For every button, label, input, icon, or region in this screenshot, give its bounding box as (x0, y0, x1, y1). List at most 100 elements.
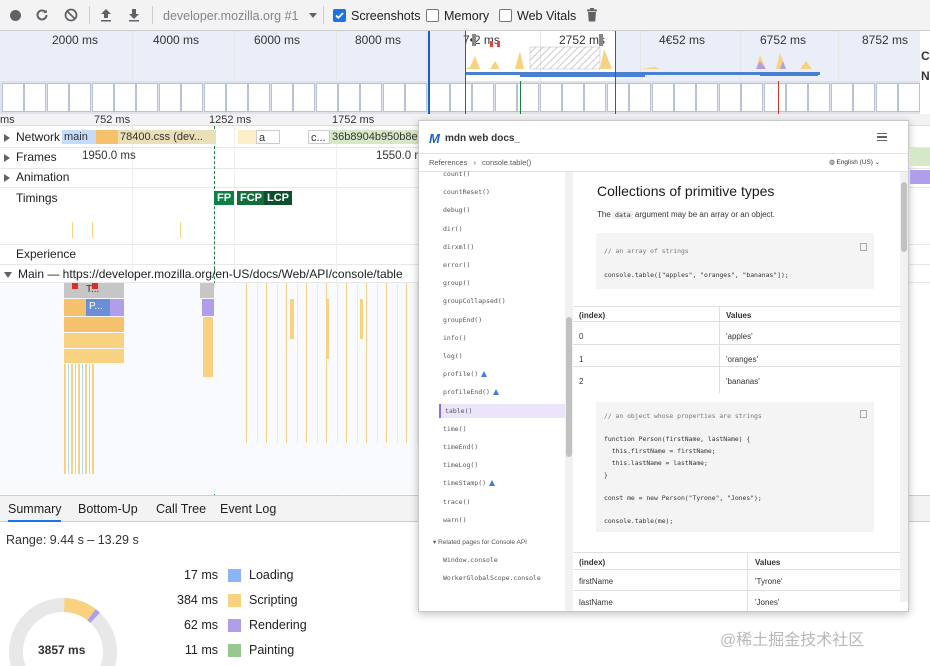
screenshot-thumbnail[interactable] (674, 83, 696, 112)
load-profile-button[interactable] (97, 6, 115, 24)
screenshot-thumbnail[interactable] (226, 83, 248, 112)
screenshot-thumbnail[interactable] (69, 83, 92, 112)
screenshot-thumbnail[interactable] (584, 83, 607, 112)
fcp-marker[interactable]: FCP (237, 191, 265, 205)
screenshot-thumbnail[interactable] (24, 83, 47, 112)
frame-duration[interactable]: 1950.0 ms (82, 150, 136, 162)
screenshot-thumbnail[interactable] (651, 83, 674, 112)
sidebar-item-active[interactable]: table() (439, 403, 565, 418)
screenshot-thumbnail[interactable] (360, 83, 383, 112)
screenshot-thumbnail[interactable] (46, 83, 69, 112)
content-scrollbar[interactable] (900, 172, 908, 602)
screenshot-thumbnail[interactable] (562, 83, 584, 112)
screenshot-thumbnail[interactable] (114, 83, 136, 112)
screenshot-thumbnail[interactable] (763, 83, 786, 112)
screenshot-thumbnail[interactable] (741, 83, 764, 112)
breadcrumb-page[interactable]: console.table() (482, 158, 531, 167)
tab-bottom-up[interactable]: Bottom-Up (78, 502, 138, 516)
frame-duration[interactable]: 1550.0 m (376, 150, 424, 162)
sidebar-item[interactable]: count() (443, 170, 470, 178)
animation-track-toggle[interactable]: Animation (4, 170, 69, 184)
save-profile-button[interactable] (125, 6, 143, 24)
breadcrumb-references[interactable]: References (429, 158, 467, 167)
screenshot-thumbnail[interactable] (898, 83, 920, 112)
timeline-overview[interactable]: 2000 ms 4000 ms 6000 ms 8000 ms 7•2 ms 2… (0, 31, 930, 114)
network-request-bar[interactable]: main (62, 130, 96, 144)
screenshot-thumbnail[interactable] (696, 83, 719, 112)
network-request-bar[interactable] (238, 130, 256, 144)
sidebar-item[interactable]: profile() (443, 370, 488, 378)
sidebar-item[interactable]: group() (443, 279, 470, 287)
screenshot-thumbnail[interactable] (472, 83, 495, 112)
sidebar-item[interactable]: log() (443, 352, 463, 360)
screenshot-thumbnail[interactable] (629, 83, 652, 112)
reload-button[interactable] (33, 6, 51, 24)
sidebar-item[interactable]: dirxml() (443, 243, 474, 251)
screenshot-thumbnail[interactable] (158, 83, 181, 112)
screenshot-thumbnail[interactable] (450, 83, 472, 112)
sidebar-item[interactable]: timeLog() (443, 461, 478, 469)
sidebar-scrollbar[interactable] (565, 172, 573, 611)
copy-icon[interactable] (860, 410, 867, 418)
sidebar-item[interactable]: warn() (443, 516, 466, 524)
screenshot-thumbnail[interactable] (270, 83, 293, 112)
sidebar-item[interactable]: timeStamp() (443, 479, 496, 487)
related-pages-toggle[interactable]: ▾ Related pages for Console API (433, 538, 527, 546)
recording-select[interactable]: developer.mozilla.org #1 (163, 9, 299, 23)
sidebar-item[interactable]: countReset() (443, 188, 490, 196)
screenshot-thumbnail[interactable] (248, 83, 271, 112)
tab-call-tree[interactable]: Call Tree (156, 502, 206, 516)
memory-checkbox[interactable] (426, 9, 439, 22)
sidebar-item[interactable]: trace() (443, 498, 470, 506)
sidebar-item[interactable]: groupEnd() (443, 316, 482, 324)
screenshot-thumbnail[interactable] (181, 83, 204, 112)
screenshot-thumbnail[interactable] (808, 83, 831, 112)
screenshot-thumbnail[interactable] (539, 83, 562, 112)
clear-button[interactable] (62, 6, 80, 24)
flame-chart[interactable]: T... P... (0, 283, 420, 494)
screenshot-thumbnail[interactable] (875, 83, 898, 112)
sidebar-item[interactable]: timeEnd() (443, 443, 478, 451)
screenshot-thumbnail[interactable] (203, 83, 226, 112)
screenshot-thumbnail[interactable] (718, 83, 741, 112)
network-request-bar[interactable] (96, 130, 118, 144)
tab-event-log[interactable]: Event Log (220, 502, 276, 516)
screenshot-thumbnail[interactable] (338, 83, 360, 112)
copy-icon[interactable] (860, 243, 867, 251)
screenshot-thumbnail[interactable] (606, 83, 629, 112)
frames-track-toggle[interactable]: Frames (4, 150, 57, 164)
screenshot-thumbnail[interactable] (830, 83, 853, 112)
screenshot-thumbnail[interactable] (315, 83, 338, 112)
screenshots-checkbox[interactable] (333, 9, 346, 22)
sidebar-item[interactable]: error() (443, 261, 470, 269)
sidebar-item[interactable]: debug() (443, 206, 470, 214)
network-request-bar[interactable]: c... (308, 130, 330, 144)
network-request-bar[interactable]: a (256, 130, 280, 144)
screenshot-thumbnail[interactable] (427, 83, 450, 112)
collect-garbage-button[interactable] (583, 6, 601, 24)
language-select[interactable]: ◍ English (US) ⌄ (829, 158, 880, 166)
mdn-docs-popup[interactable]: M mdn web docs_ References › console.tab… (418, 120, 909, 612)
sidebar-item[interactable]: groupCollapsed() (443, 297, 506, 305)
tab-summary[interactable]: Summary (8, 502, 62, 522)
record-button[interactable] (6, 6, 24, 24)
screenshot-thumbnail[interactable] (136, 83, 159, 112)
network-track-toggle[interactable]: Network (4, 130, 60, 144)
screenshot-thumbnail[interactable] (293, 83, 316, 112)
screenshot-thumbnail[interactable] (382, 83, 405, 112)
sidebar-item[interactable]: time() (443, 425, 466, 433)
screenshot-thumbnail[interactable] (91, 83, 114, 112)
screenshot-thumbnail[interactable] (405, 83, 428, 112)
sidebar-item[interactable]: info() (443, 334, 466, 342)
screenshot-thumbnail[interactable] (853, 83, 876, 112)
sidebar-item[interactable]: profileEnd() (443, 388, 499, 396)
related-page-link[interactable]: WorkerGlobalScope.console (443, 574, 541, 582)
screenshot-thumbnail[interactable] (786, 83, 808, 112)
main-track-toggle[interactable]: Main — https://developer.mozilla.org/en-… (4, 267, 403, 281)
network-request-bar[interactable]: 78400.css (dev... (118, 130, 216, 144)
menu-icon[interactable] (877, 133, 887, 141)
related-page-link[interactable]: Window.console (443, 556, 498, 564)
screenshot-thumbnail[interactable] (494, 83, 517, 112)
lcp-marker[interactable]: LCP (264, 191, 292, 205)
screenshot-thumbnail[interactable] (2, 83, 24, 112)
